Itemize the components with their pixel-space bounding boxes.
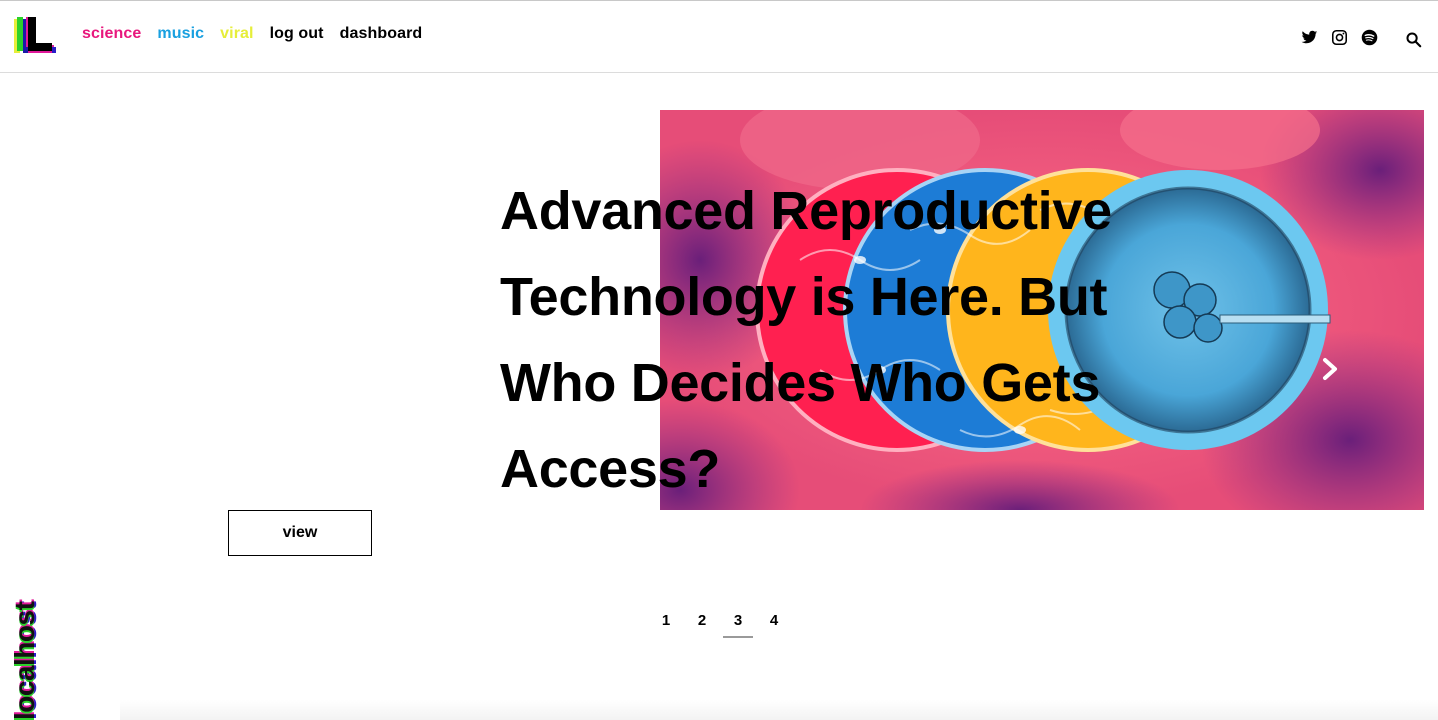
site-logo[interactable] (14, 17, 56, 55)
view-button[interactable]: view (228, 510, 372, 556)
nav-science[interactable]: science (82, 25, 141, 43)
page-1[interactable]: 1 (648, 610, 684, 636)
nav-log-out[interactable]: log out (270, 25, 324, 43)
hero-title[interactable]: Advanced Reproductive Technology is Here… (500, 168, 1160, 512)
side-brand-text: localhost (9, 601, 40, 720)
chevron-right-icon[interactable] (1320, 356, 1340, 382)
nav-dashboard[interactable]: dashboard (340, 25, 423, 43)
spotify-icon[interactable] (1361, 29, 1378, 46)
page-2[interactable]: 2 (684, 610, 720, 636)
nav-music[interactable]: music (157, 25, 204, 43)
pagination: 1 2 3 4 (648, 610, 792, 638)
page-4[interactable]: 4 (756, 610, 792, 636)
instagram-icon[interactable] (1331, 29, 1348, 46)
twitter-icon[interactable] (1301, 29, 1318, 46)
social-links (1301, 26, 1422, 48)
search-icon[interactable] (1405, 31, 1422, 48)
nav-viral[interactable]: viral (220, 25, 253, 43)
site-header: science music viral log out dashboard (0, 1, 1438, 73)
page-3[interactable]: 3 (720, 610, 756, 638)
main-nav: science music viral log out dashboard (82, 25, 422, 43)
bottom-shadow (120, 700, 1438, 720)
